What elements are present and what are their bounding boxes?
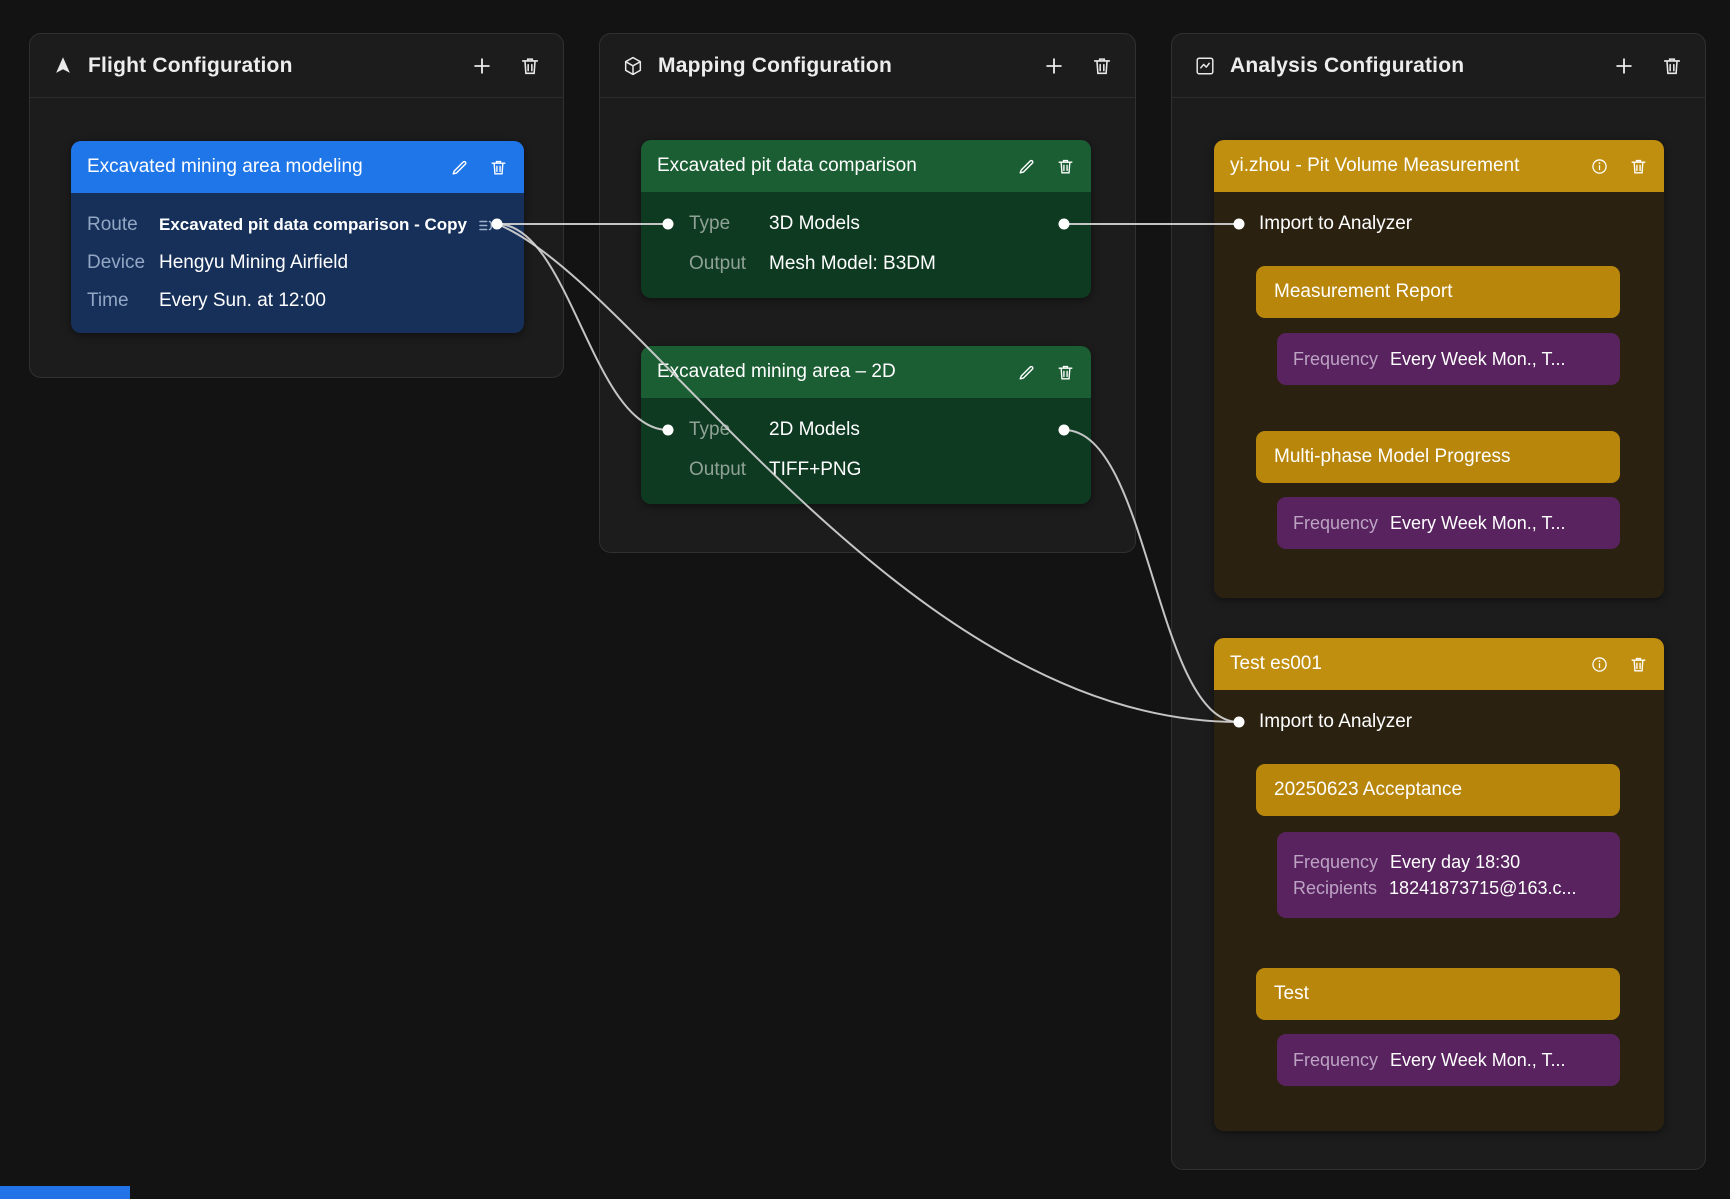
output-value: Mesh Model: B3DM: [769, 253, 936, 275]
analysis-card-test-es001-body: Import to Analyzer 20250623 Acceptance F…: [1214, 690, 1664, 1131]
analysis-card-test-es001[interactable]: Test es001 Import to Analyzer 20250623 A…: [1214, 638, 1664, 1131]
mapping-2d-output-row: Output TIFF+PNG: [657, 450, 1075, 490]
output-value: TIFF+PNG: [769, 459, 861, 481]
mapping-2d-type-row: Type 2D Models: [657, 410, 1075, 450]
delete-analysis-card-pit-volume-button[interactable]: [1629, 157, 1648, 176]
mapping-card-2d-title: Excavated mining area – 2D: [657, 361, 1005, 383]
flight-route-row: Route Excavated pit data comparison - Co…: [87, 206, 508, 244]
flight-panel-title: Flight Configuration: [88, 54, 293, 78]
add-mapping-button[interactable]: [1043, 55, 1065, 77]
job-measurement-report-frequency-badge: Frequency Every Week Mon., T...: [1277, 333, 1620, 385]
mapping-3d-type-row: Type 3D Models: [657, 204, 1075, 244]
device-label: Device: [87, 252, 159, 274]
flight-panel-header: Flight Configuration: [30, 34, 563, 98]
type-value: 3D Models: [769, 213, 860, 235]
delete-flight-button[interactable]: [519, 55, 541, 77]
frequency-value: Every day 18:30: [1390, 852, 1520, 873]
flight-card-body: Route Excavated pit data comparison - Co…: [71, 193, 524, 333]
type-value: 2D Models: [769, 419, 860, 441]
import-to-analyzer-label: Import to Analyzer: [1259, 213, 1412, 235]
flight-device-row: Device Hengyu Mining Airfield: [87, 244, 508, 282]
flight-card-title: Excavated mining area modeling: [87, 156, 438, 178]
mapping-card-2d[interactable]: Excavated mining area – 2D Type 2D Model…: [641, 346, 1091, 504]
analysis-card-pit-volume-header: yi.zhou - Pit Volume Measurement: [1214, 140, 1664, 192]
route-link-icon: [476, 216, 495, 235]
cube-icon: [622, 55, 644, 77]
analysis-card-pit-volume-body: Import to Analyzer Measurement Report Fr…: [1214, 192, 1664, 598]
info-icon[interactable]: [1590, 157, 1609, 176]
job-multi-phase-model-progress[interactable]: Multi-phase Model Progress: [1256, 431, 1620, 483]
delete-analysis-button[interactable]: [1661, 55, 1683, 77]
frequency-value: Every Week Mon., T...: [1390, 1050, 1565, 1071]
delete-flight-card-button[interactable]: [489, 158, 508, 177]
delete-mapping-card-2d-button[interactable]: [1056, 363, 1075, 382]
mapping-card-3d-title: Excavated pit data comparison: [657, 155, 1005, 177]
route-value: Excavated pit data comparison - Copy: [159, 215, 467, 235]
plane-icon: [52, 55, 74, 77]
job-name: Test: [1274, 983, 1309, 1005]
frequency-label: Frequency: [1293, 349, 1378, 370]
job-test[interactable]: Test: [1256, 968, 1620, 1020]
analysis-card-test-es001-header: Test es001: [1214, 638, 1664, 690]
mapping-panel-header: Mapping Configuration: [600, 34, 1135, 98]
mapping-card-3d-body: Type 3D Models Output Mesh Model: B3DM: [641, 192, 1091, 298]
type-label: Type: [689, 213, 769, 235]
delete-analysis-card-test-es001-button[interactable]: [1629, 655, 1648, 674]
flight-time-row: Time Every Sun. at 12:00: [87, 282, 508, 320]
import-to-analyzer-row: Import to Analyzer: [1214, 202, 1664, 246]
frequency-value: Every Week Mon., T...: [1390, 513, 1565, 534]
recipients-label: Recipients: [1293, 878, 1377, 899]
mapping-card-3d[interactable]: Excavated pit data comparison Type 3D Mo…: [641, 140, 1091, 298]
frequency-label: Frequency: [1293, 1050, 1378, 1071]
output-label: Output: [689, 459, 769, 481]
analysis-panel-title: Analysis Configuration: [1230, 54, 1464, 78]
job-name: 20250623 Acceptance: [1274, 779, 1462, 801]
bottom-blue-strip: [0, 1186, 130, 1199]
add-flight-button[interactable]: [471, 55, 493, 77]
recipients-value: 18241873715@163.c...: [1389, 878, 1576, 899]
job-acceptance-schedule-badge: Frequency Every day 18:30 Recipients 182…: [1277, 832, 1620, 918]
pipeline-board: Flight Configuration Excavated mining ar…: [0, 0, 1730, 1199]
mapping-card-2d-header: Excavated mining area – 2D: [641, 346, 1091, 398]
type-label: Type: [689, 419, 769, 441]
time-label: Time: [87, 290, 159, 312]
output-label: Output: [689, 253, 769, 275]
frequency-label: Frequency: [1293, 513, 1378, 534]
flight-configuration-panel: Flight Configuration Excavated mining ar…: [29, 33, 564, 378]
delete-mapping-button[interactable]: [1091, 55, 1113, 77]
job-measurement-report[interactable]: Measurement Report: [1256, 266, 1620, 318]
mapping-panel-title: Mapping Configuration: [658, 54, 892, 78]
time-value: Every Sun. at 12:00: [159, 290, 326, 312]
analysis-panel-header: Analysis Configuration: [1172, 34, 1705, 98]
flight-card[interactable]: Excavated mining area modeling Route Exc…: [71, 141, 524, 333]
analysis-card-pit-volume[interactable]: yi.zhou - Pit Volume Measurement Import …: [1214, 140, 1664, 598]
import-to-analyzer-label: Import to Analyzer: [1259, 711, 1412, 733]
job-multi-phase-frequency-badge: Frequency Every Week Mon., T...: [1277, 497, 1620, 549]
job-20250623-acceptance[interactable]: 20250623 Acceptance: [1256, 764, 1620, 816]
frequency-label: Frequency: [1293, 852, 1378, 873]
import-to-analyzer-row: Import to Analyzer: [1214, 700, 1664, 744]
analysis-card-test-es001-title: Test es001: [1230, 653, 1578, 675]
job-name: Multi-phase Model Progress: [1274, 446, 1511, 468]
delete-mapping-card-3d-button[interactable]: [1056, 157, 1075, 176]
info-icon[interactable]: [1590, 655, 1609, 674]
edit-mapping-card-3d-button[interactable]: [1017, 157, 1036, 176]
flight-card-header: Excavated mining area modeling: [71, 141, 524, 193]
add-analysis-button[interactable]: [1613, 55, 1635, 77]
job-name: Measurement Report: [1274, 281, 1452, 303]
mapping-3d-output-row: Output Mesh Model: B3DM: [657, 244, 1075, 284]
job-test-frequency-badge: Frequency Every Week Mon., T...: [1277, 1034, 1620, 1086]
mapping-card-2d-body: Type 2D Models Output TIFF+PNG: [641, 398, 1091, 504]
chart-icon: [1194, 55, 1216, 77]
mapping-card-3d-header: Excavated pit data comparison: [641, 140, 1091, 192]
device-value: Hengyu Mining Airfield: [159, 252, 348, 274]
edit-mapping-card-2d-button[interactable]: [1017, 363, 1036, 382]
route-label: Route: [87, 214, 159, 236]
frequency-value: Every Week Mon., T...: [1390, 349, 1565, 370]
edit-flight-card-button[interactable]: [450, 158, 469, 177]
analysis-card-pit-volume-title: yi.zhou - Pit Volume Measurement: [1230, 155, 1578, 177]
